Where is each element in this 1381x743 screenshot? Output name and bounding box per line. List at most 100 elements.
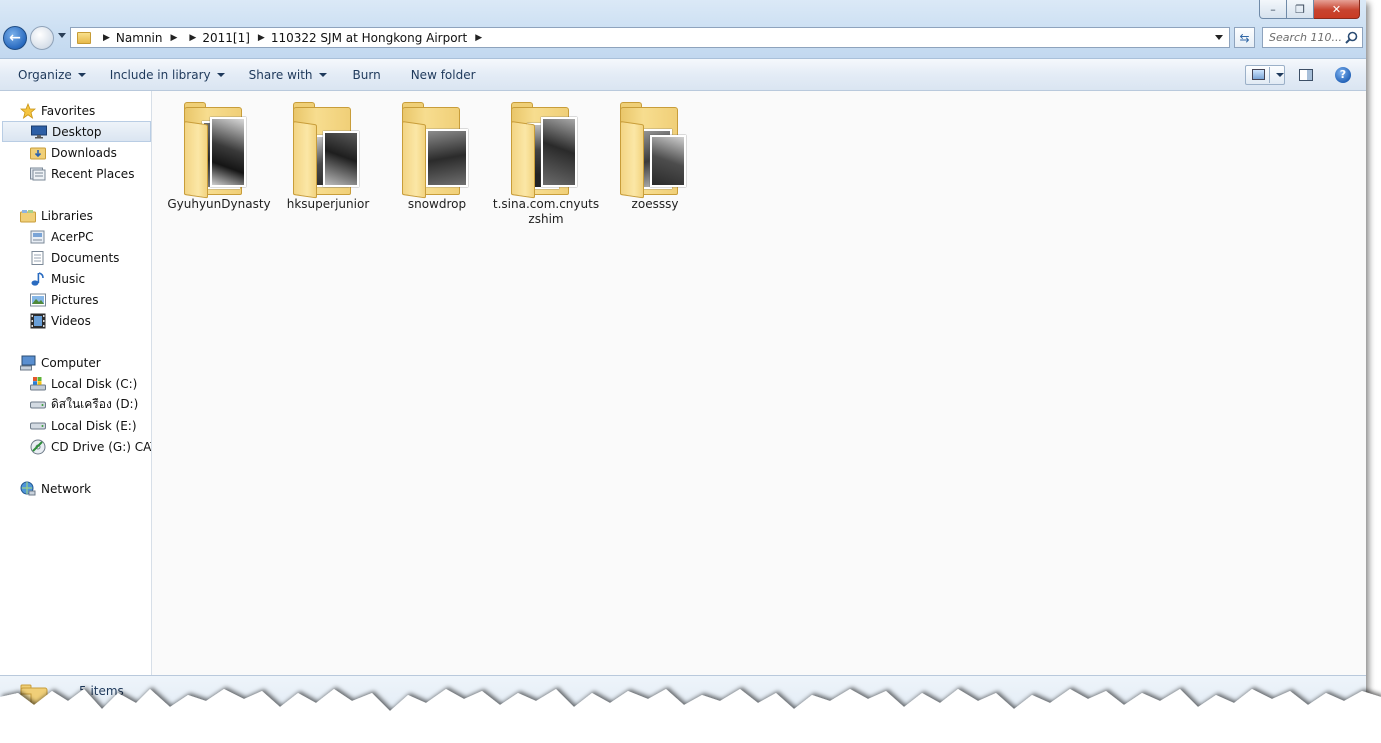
folder-item[interactable]: snowdrop (382, 99, 492, 212)
nav-item-desktop[interactable]: Desktop (2, 121, 151, 142)
nav-item-drive-d[interactable]: ดิสในเครือง (D:) (0, 394, 151, 415)
share-with-menu[interactable]: Share with (237, 59, 339, 90)
chevron-down-icon[interactable] (1276, 72, 1284, 77)
chevron-down-icon (77, 72, 86, 77)
forward-button[interactable] (30, 26, 54, 50)
nav-network[interactable]: Network (0, 478, 151, 499)
share-with-label: Share with (248, 67, 313, 82)
folder-name: GyuhyunDynasty (167, 197, 271, 211)
nav-item-downloads[interactable]: Downloads (0, 142, 151, 163)
folder-icon (398, 99, 476, 199)
preview-pane-icon[interactable] (1299, 68, 1313, 81)
folder-item[interactable]: GyuhyunDynasty (164, 99, 274, 212)
torn-edge-decoration (0, 689, 1381, 743)
folder-name: hksuperjunior (286, 197, 370, 211)
nav-libraries-label: Libraries (41, 208, 93, 223)
nav-item-label: Local Disk (E:) (51, 418, 137, 433)
nav-network-label: Network (41, 481, 92, 496)
search-icon[interactable] (1345, 31, 1358, 44)
folder-item[interactable]: t.sina.com.cnyutszshim (491, 99, 601, 227)
nav-computer[interactable]: Computer (0, 352, 151, 373)
recent-places-icon (30, 166, 46, 182)
breadcrumb-item[interactable]: 2011[1] (202, 31, 250, 45)
chevron-right-icon[interactable]: ▶ (475, 33, 482, 43)
nav-item-pictures[interactable]: Pictures (0, 289, 151, 310)
help-label: ? (1339, 68, 1347, 81)
hard-drive-icon (30, 418, 46, 434)
nav-favorites[interactable]: Favorites (0, 100, 151, 121)
network-icon (20, 481, 36, 497)
refresh-button[interactable]: ⇆ (1234, 27, 1255, 48)
chevron-right-icon[interactable]: ▶ (258, 33, 265, 43)
nav-item-label: Videos (51, 313, 91, 328)
nav-favorites-label: Favorites (41, 103, 96, 118)
folder-icon (77, 31, 91, 44)
folder-name: zoesssy (631, 197, 679, 211)
minimize-button[interactable]: – (1259, 0, 1287, 19)
film-strip-icon (30, 313, 46, 329)
new-folder-button[interactable]: New folder (395, 59, 492, 90)
folder-item[interactable]: hksuperjunior (273, 99, 383, 212)
search-input[interactable] (1269, 31, 1343, 44)
cd-drive-icon (30, 439, 46, 455)
address-history-dropdown[interactable] (1215, 35, 1223, 40)
chevron-right-icon[interactable]: ▶ (171, 33, 178, 43)
nav-item-label: Desktop (52, 124, 102, 139)
close-button[interactable]: ✕ (1314, 0, 1360, 19)
library-icon (30, 229, 46, 245)
file-list-view[interactable]: GyuhyunDynasty hksuperjunior snowdrop t.… (152, 91, 1366, 675)
nav-item-label: AcerPC (51, 229, 94, 244)
new-folder-label: New folder (410, 67, 476, 82)
nav-item-documents[interactable]: Documents (0, 247, 151, 268)
breadcrumb-item[interactable]: Namnin (116, 31, 163, 45)
chevron-right-icon[interactable]: ▶ (103, 33, 110, 43)
computer-icon (20, 355, 36, 371)
hard-drive-icon (30, 397, 46, 413)
recent-pages-dropdown[interactable] (58, 33, 66, 38)
divider (1269, 66, 1270, 83)
chevron-right-icon[interactable]: ▶ (189, 33, 196, 43)
nav-item-local-disk-e[interactable]: Local Disk (E:) (0, 415, 151, 436)
navigation-pane: Favorites Desktop Downloads Recent Place… (0, 91, 152, 675)
nav-item-videos[interactable]: Videos (0, 310, 151, 331)
caption-buttons: – ❐ ✕ (1259, 0, 1360, 20)
folder-icon (180, 99, 258, 199)
chevron-down-icon (216, 72, 225, 77)
command-bar-right: ? (1245, 59, 1366, 90)
organize-menu[interactable]: Organize (0, 59, 98, 90)
include-in-library-label: Include in library (109, 67, 211, 82)
documents-icon (30, 250, 46, 266)
breadcrumb: ▶ Namnin ▶ ▶ 2011[1] ▶ 110322 SJM at Hon… (95, 28, 488, 47)
organize-label: Organize (18, 67, 72, 82)
folder-name: snowdrop (407, 197, 467, 211)
nav-item-label: Documents (51, 250, 120, 265)
view-icon (1252, 69, 1266, 80)
desktop-icon (31, 124, 47, 140)
music-note-icon (30, 271, 46, 287)
libraries-icon (20, 208, 36, 224)
downloads-folder-icon (30, 145, 46, 161)
nav-item-label: Recent Places (51, 166, 135, 181)
change-view-button[interactable] (1245, 64, 1285, 85)
nav-item-local-disk-c[interactable]: Local Disk (C:) (0, 373, 151, 394)
nav-item-music[interactable]: Music (0, 268, 151, 289)
address-bar[interactable]: ▶ Namnin ▶ ▶ 2011[1] ▶ 110322 SJM at Hon… (70, 27, 1230, 48)
nav-item-label: Music (51, 271, 86, 286)
search-box[interactable] (1262, 27, 1363, 48)
folder-icon (289, 99, 367, 199)
include-in-library-menu[interactable]: Include in library (98, 59, 237, 90)
nav-item-label: CD Drive (G:) CAT (( (51, 439, 151, 454)
nav-item-recent-places[interactable]: Recent Places (0, 163, 151, 184)
help-icon[interactable]: ? (1335, 66, 1351, 83)
nav-item-label: Local Disk (C:) (51, 376, 138, 391)
back-button[interactable]: ← (3, 26, 27, 50)
nav-item-cd-drive-g[interactable]: CD Drive (G:) CAT (( (0, 436, 151, 457)
burn-button[interactable]: Burn (339, 59, 395, 90)
maximize-button[interactable]: ❐ (1287, 0, 1314, 19)
breadcrumb-item[interactable]: 110322 SJM at Hongkong Airport (271, 31, 467, 45)
folder-item[interactable]: zoesssy (600, 99, 710, 212)
nav-libraries[interactable]: Libraries (0, 205, 151, 226)
nav-item-acerpc[interactable]: AcerPC (0, 226, 151, 247)
folder-name: t.sina.com.cnyutszshim (492, 197, 600, 226)
explorer-window: – ❐ ✕ ← ▶ Namnin ▶ ▶ 2011[1] ▶ 110322 SJ… (0, 0, 1366, 735)
